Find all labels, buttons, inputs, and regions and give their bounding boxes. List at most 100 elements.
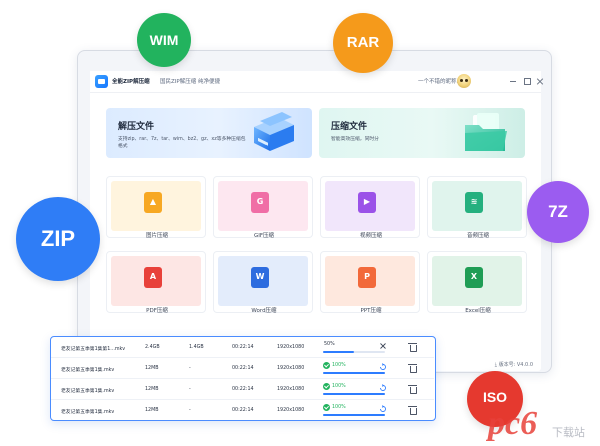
progress-text: 100% — [332, 363, 346, 368]
tool-tile-pdf[interactable]: A PDF压缩 — [106, 251, 206, 314]
ppt-file-icon: P — [358, 267, 376, 288]
app-content: 全能ZIP解压缩 国民ZIP解压缩 纯净便捷 一个不错的昵称... 解压文件 支… — [90, 71, 541, 371]
check-circle-icon — [323, 362, 330, 369]
resolution: 1920x1080 — [277, 408, 305, 413]
tool-label: PDF压缩 — [146, 308, 168, 314]
tile-glyph: W — [255, 272, 265, 281]
resolution: 1920x1080 — [277, 366, 305, 371]
resolution: 1920x1080 — [277, 345, 305, 350]
badge-label: 7Z — [548, 202, 568, 221]
tool-tile-word[interactable]: W Word压缩 — [213, 251, 313, 314]
maximize-icon[interactable] — [522, 76, 532, 86]
check-circle-icon — [323, 383, 330, 390]
trash-icon[interactable] — [408, 385, 417, 394]
archive-box-icon — [254, 112, 294, 151]
tool-tile-video[interactable]: ▶ 视频压缩 — [320, 176, 420, 239]
resolution: 1920x1080 — [277, 387, 305, 392]
tool-tile-ppt[interactable]: P PPT压缩 — [320, 251, 420, 314]
app-logo-icon — [95, 75, 108, 88]
file-name: 老友记第五季第1集.mkv — [61, 389, 115, 394]
task-row[interactable]: 老友记第五季第1集第1...mkv 2.4GB 1.4GB 00:22:14 1920x… — [51, 337, 434, 358]
tool-label: GIF压缩 — [253, 233, 275, 239]
tile-glyph: ▶ — [363, 197, 371, 206]
avatar[interactable] — [457, 74, 471, 88]
stage: 全能ZIP解压缩 国民ZIP解压缩 纯净便捷 一个不错的昵称... 解压文件 支… — [0, 0, 600, 446]
tool-label: 图片压缩 — [145, 233, 168, 239]
rar-badge: RAR — [333, 13, 393, 73]
progress-fill — [323, 372, 385, 374]
video-file-icon: ▶ — [358, 192, 376, 213]
extract-description: 支持zip、rar、7z、tar、wim、bz2、gz、xz等多种压缩包格式 — [118, 137, 246, 149]
progress-text: 50% — [324, 342, 335, 347]
tool-label: Word压缩 — [251, 308, 277, 314]
progress-track — [323, 372, 385, 374]
wim-badge: WIM — [137, 13, 191, 67]
tile-glyph: P — [364, 272, 370, 281]
pdf-file-icon: A — [144, 267, 162, 288]
folder-icon — [465, 113, 507, 151]
tile-glyph: G — [256, 197, 264, 206]
tool-tile-excel[interactable]: X Excel压缩 — [427, 251, 527, 314]
check-circle-icon — [323, 404, 330, 411]
progress-track — [323, 414, 385, 416]
open-folder-icon[interactable] — [378, 405, 388, 413]
compressed-size: - — [189, 366, 191, 371]
file-name: 老友记第五季第1集第1...mkv — [61, 347, 126, 352]
duration: 00:22:14 — [232, 345, 254, 350]
trash-icon[interactable] — [408, 343, 417, 352]
zip-badge: ZIP — [16, 197, 100, 281]
open-folder-icon[interactable] — [378, 384, 388, 392]
duration: 00:22:14 — [232, 408, 254, 413]
audio-file-icon: ≋ — [465, 192, 483, 213]
app-name: 全能ZIP解压缩 — [112, 79, 150, 85]
compress-description: 智能高效压缩，同时分 — [331, 137, 379, 142]
original-size: 2.4GB — [145, 345, 160, 350]
tile-glyph: ≋ — [470, 197, 478, 206]
user-name[interactable]: 一个不错的昵称... — [418, 77, 462, 85]
extract-title: 解压文件 — [118, 122, 155, 132]
version-info[interactable]: ⤓ 版本号: V4.0.0 — [495, 361, 533, 368]
task-list: 老友记第五季第1集第1...mkv 2.4GB 1.4GB 00:22:14 1920x… — [50, 336, 436, 421]
original-size: 12MB — [145, 387, 159, 392]
duration: 00:22:14 — [232, 387, 254, 392]
extract-files-card[interactable]: 解压文件 支持zip、rar、7z、tar、wim、bz2、gz、xz等多种压缩… — [106, 108, 312, 158]
gif-file-icon: G — [251, 192, 269, 213]
excel-file-icon: X — [465, 267, 483, 288]
tool-tile-audio[interactable]: ≋ 音频压缩 — [427, 176, 527, 239]
progress-fill — [323, 351, 354, 353]
7z-badge: 7Z — [527, 181, 589, 243]
tool-tile-image[interactable]: ▲ 图片压缩 — [106, 176, 206, 239]
close-icon[interactable] — [535, 76, 545, 86]
progress-text: 100% — [332, 384, 346, 389]
badge-label: ZIP — [40, 226, 76, 251]
promo-text: 国民ZIP解压缩 纯净便捷 — [160, 79, 220, 85]
trash-icon[interactable] — [408, 364, 417, 373]
file-name: 老友记第五季第1集.mkv — [61, 368, 115, 373]
original-size: 12MB — [145, 408, 159, 413]
compress-title: 压缩文件 — [331, 122, 368, 132]
tool-tile-gif[interactable]: G GIF压缩 — [213, 176, 313, 239]
task-row[interactable]: 老友记第五季第1集.mkv 12MB - 00:22:14 1920x1080 100% — [51, 358, 434, 379]
word-file-icon: W — [251, 267, 269, 288]
title-bar: 全能ZIP解压缩 国民ZIP解压缩 纯净便捷 一个不错的昵称... — [90, 71, 541, 93]
minimize-icon[interactable] — [508, 76, 518, 86]
cancel-icon[interactable] — [378, 342, 388, 350]
watermark-text: pc6 — [486, 405, 537, 442]
trash-icon[interactable] — [408, 406, 417, 415]
progress-text: 100% — [332, 405, 346, 410]
tool-label: PPT压缩 — [360, 308, 382, 314]
compressed-size: - — [189, 387, 191, 392]
image-file-icon: ▲ — [144, 192, 162, 213]
progress-track — [323, 351, 385, 353]
tile-glyph: ▲ — [149, 197, 157, 206]
progress-fill — [323, 393, 385, 395]
task-row[interactable]: 老友记第五季第1集.mkv 12MB - 00:22:14 1920x1080 100% — [51, 379, 434, 400]
compress-files-card[interactable]: 压缩文件 智能高效压缩，同时分 — [319, 108, 525, 158]
open-folder-icon[interactable] — [378, 363, 388, 371]
tool-label: Excel压缩 — [465, 308, 491, 314]
badge-label: WIM — [149, 32, 179, 48]
compressed-size: - — [189, 408, 191, 413]
task-row[interactable]: 老友记第五季第1集.mkv 12MB - 00:22:14 1920x1080 100% — [51, 400, 434, 421]
watermark-sub: 下载站 — [552, 425, 585, 439]
duration: 00:22:14 — [232, 366, 254, 371]
